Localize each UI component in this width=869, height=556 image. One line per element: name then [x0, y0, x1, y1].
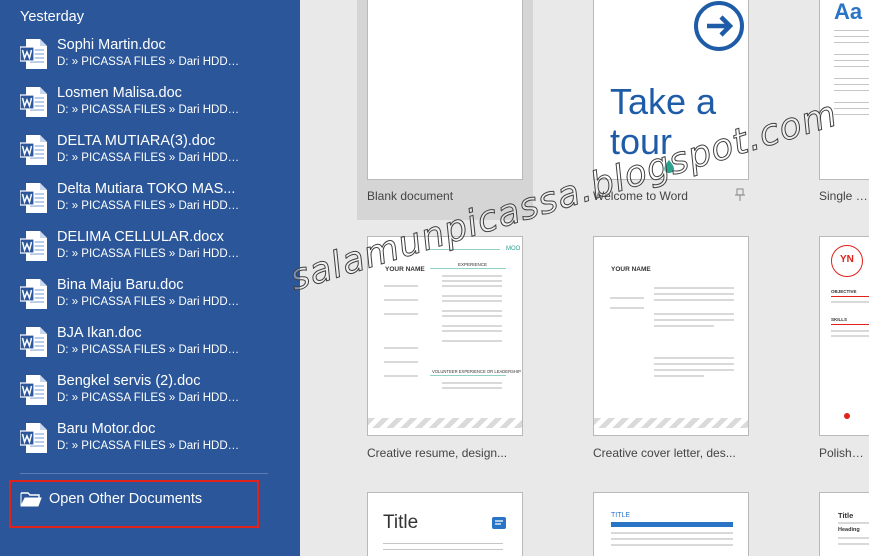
arrow-right-circle-icon	[694, 1, 744, 51]
recent-document-name: Losmen Malisa.doc	[57, 85, 182, 101]
recent-document-name: Bina Maju Baru.doc	[57, 277, 184, 293]
recent-document-path: D: » PICASSA FILES » Dari HDD »...	[57, 392, 242, 404]
recent-document-item[interactable]: Delta Mutiara TOKO MAS... D: » PICASSA FI…	[0, 177, 300, 225]
thumb-title-small: TITLE	[611, 512, 631, 519]
creative-resume-thumbnail[interactable]: YOUR NAME MOO EXPERIENCE VOLUNTEER EXPER…	[367, 236, 523, 436]
polished-objective: OBJECTIVE	[831, 289, 857, 294]
recent-document-path: D: » PICASSA FILES » Dari HDD »...	[57, 104, 242, 116]
title-template-thumbnail[interactable]: Title	[367, 492, 523, 556]
recent-document-name: Delta Mutiara TOKO MAS...	[57, 181, 236, 197]
recent-document-item[interactable]: Losmen Malisa.doc D: » PICASSA FILES » Da…	[0, 81, 300, 129]
welcome-to-word-thumbnail[interactable]: Take a tour	[593, 0, 749, 180]
recent-document-name: Sophi Martin.doc	[57, 37, 166, 53]
word-document-icon	[20, 423, 47, 453]
word-document-icon	[20, 135, 47, 165]
open-other-documents-label: Open Other Documents	[49, 491, 203, 507]
template-caption-blank: Blank document	[367, 189, 454, 203]
recent-document-item[interactable]: DELTA MUTIARA(3).doc D: » PICASSA FILES »…	[0, 129, 300, 177]
template-caption-polished: Polished r	[819, 446, 869, 460]
tour-line1: Take a	[610, 81, 717, 122]
recent-document-item[interactable]: BJA Ikan.doc D: » PICASSA FILES » Dari HD…	[0, 321, 300, 369]
polished-skills: SKILLS	[831, 317, 848, 322]
word-document-icon	[20, 87, 47, 117]
word-document-icon	[20, 231, 47, 261]
tour-line2: tour	[610, 121, 673, 162]
recent-document-path: D: » PICASSA FILES » Dari HDD »...	[57, 200, 242, 212]
word-document-icon	[20, 375, 47, 405]
recent-document-name: DELIMA CELLULAR.docx	[57, 229, 224, 245]
open-other-documents-button[interactable]: Open Other Documents	[9, 480, 259, 528]
cover-your-name: YOUR NAME	[611, 266, 651, 273]
drop-logo-icon	[664, 160, 674, 173]
pin-icon[interactable]	[735, 188, 745, 202]
thumb-title: Title	[383, 512, 419, 533]
divider	[20, 473, 268, 474]
aa-glyph: Aa	[834, 0, 863, 24]
folder-open-icon	[20, 492, 42, 507]
yn-initials: YN	[840, 254, 854, 265]
recent-document-path: D: » PICASSA FILES » Dari HDD »...	[57, 248, 242, 260]
recent-document-path: D: » PICASSA FILES » Dari HDD »...	[57, 152, 242, 164]
thumb-title-right: Title	[838, 511, 854, 520]
word-document-icon	[20, 279, 47, 309]
single-spaced-thumbnail[interactable]: Aa	[819, 0, 869, 180]
template-caption-welcome: Welcome to Word	[593, 189, 688, 203]
resume-volunteer: VOLUNTEER EXPERIENCE OR LEADERSHIP	[432, 369, 521, 374]
template-caption-single-spaced: Single spa	[819, 189, 869, 203]
creative-cover-letter-thumbnail[interactable]: YOUR NAME	[593, 236, 749, 436]
word-document-icon	[20, 183, 47, 213]
resume-experience: EXPERIENCE	[458, 262, 488, 267]
recent-document-path: D: » PICASSA FILES » Dari HDD »...	[57, 344, 242, 356]
thumb-heading: Heading	[838, 527, 860, 533]
heading-template-thumbnail[interactable]: Title Heading	[819, 492, 869, 556]
moo-label: MOO	[506, 246, 521, 252]
recent-document-name: Baru Motor.doc	[57, 421, 156, 437]
title-blue-template-thumbnail[interactable]: TITLE	[593, 492, 749, 556]
recent-document-name: Bengkel servis (2).doc	[57, 373, 201, 389]
template-gallery: Blank document Take a tour Welcome to Wo…	[300, 0, 869, 556]
polished-resume-thumbnail[interactable]: YN OBJECTIVE SKILLS	[819, 236, 869, 436]
recent-document-item[interactable]: Sophi Martin.doc D: » PICASSA FILES » Dar…	[0, 33, 300, 81]
recent-document-item[interactable]: DELIMA CELLULAR.docx D: » PICASSA FILES »…	[0, 225, 300, 273]
backstage-sidebar: Yesterday Sophi Martin.doc D: » PICASSA F…	[0, 0, 300, 556]
word-document-icon	[20, 327, 47, 357]
template-caption-creative-resume: Creative resume, design...	[367, 446, 508, 460]
template-caption-creative-cover: Creative cover letter, des...	[593, 446, 736, 460]
blank-document-thumbnail[interactable]	[367, 0, 523, 180]
recent-document-name: BJA Ikan.doc	[57, 325, 142, 341]
recent-document-path: D: » PICASSA FILES » Dari HDD »...	[57, 296, 242, 308]
recent-document-name: DELTA MUTIARA(3).doc	[57, 133, 216, 149]
chat-note-icon	[492, 517, 506, 529]
recent-document-item[interactable]: Bengkel servis (2).doc D: » PICASSA FILES…	[0, 369, 300, 417]
recent-document-item[interactable]: Bina Maju Baru.doc D: » PICASSA FILES » D…	[0, 273, 300, 321]
recent-document-path: D: » PICASSA FILES » Dari HDD »...	[57, 440, 242, 452]
word-document-icon	[20, 39, 47, 69]
recent-document-path: D: » PICASSA FILES » Dari HDD »...	[57, 56, 242, 68]
section-label-yesterday: Yesterday	[20, 9, 84, 25]
recent-document-item[interactable]: Baru Motor.doc D: » PICASSA FILES » Dari …	[0, 417, 300, 465]
resume-your-name: YOUR NAME	[385, 266, 425, 273]
